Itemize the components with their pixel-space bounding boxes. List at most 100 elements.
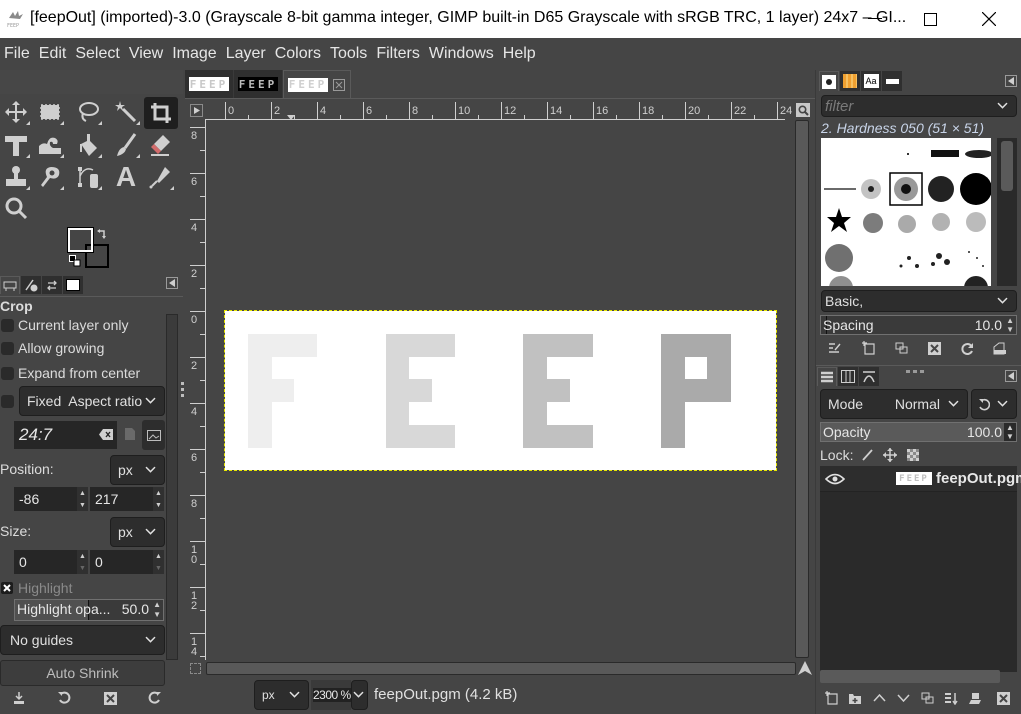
raise-layer-button[interactable] bbox=[870, 689, 888, 707]
layers-horizontal-scrollbar[interactable] bbox=[820, 670, 1000, 683]
crop-tool[interactable] bbox=[144, 97, 178, 129]
lock-alpha-icon[interactable] bbox=[907, 449, 919, 461]
composite-mode-dropdown[interactable] bbox=[971, 389, 1017, 419]
duplicate-layer-button[interactable] bbox=[918, 689, 936, 707]
layer-opacity-slider[interactable]: Opacity 100.0 ▲ ▼ bbox=[820, 422, 1017, 442]
clear-input-icon[interactable] bbox=[99, 429, 113, 440]
expand-from-center-checkbox[interactable] bbox=[1, 367, 14, 380]
menu-help[interactable]: Help bbox=[499, 45, 541, 63]
toggle-quick-mask-button[interactable] bbox=[190, 663, 201, 674]
restore-tool-preset-button[interactable] bbox=[55, 688, 73, 708]
brush-grid[interactable] bbox=[821, 138, 991, 286]
duplicate-brush-button[interactable] bbox=[892, 340, 910, 356]
free-select-tool[interactable] bbox=[72, 97, 104, 127]
delete-brush-button[interactable] bbox=[925, 340, 943, 356]
configure-tab-button[interactable] bbox=[1005, 75, 1017, 87]
zoom-dropdown[interactable] bbox=[351, 680, 368, 710]
guides-dropdown[interactable]: No guides bbox=[0, 625, 165, 655]
position-unit-dropdown[interactable]: px bbox=[110, 455, 165, 485]
menu-filters[interactable]: Filters bbox=[372, 45, 425, 63]
navigate-image-button[interactable] bbox=[797, 660, 813, 676]
eraser-tool[interactable] bbox=[144, 130, 176, 160]
horizontal-ruler[interactable]: 0 2 4 6 8 10 12 14 16 18 20 22 24 bbox=[205, 100, 795, 120]
position-y-input[interactable]: 217 ▲ ▼ bbox=[90, 487, 164, 511]
menu-select[interactable]: Select bbox=[71, 45, 124, 63]
menu-tools[interactable]: Tools bbox=[326, 45, 372, 63]
scroll-thumb[interactable] bbox=[1001, 141, 1013, 191]
aspect-ratio-input[interactable]: 24:7 bbox=[14, 421, 117, 449]
lock-position-icon[interactable] bbox=[883, 448, 897, 462]
open-brush-as-image-button[interactable] bbox=[991, 340, 1009, 356]
allow-growing-checkbox[interactable] bbox=[1, 342, 14, 355]
spacing-stepper[interactable]: ▲ ▼ bbox=[1006, 316, 1014, 334]
size-width-input[interactable]: 0 ▲ ▼ bbox=[14, 550, 88, 574]
swap-colors-icon[interactable] bbox=[96, 228, 108, 240]
quick-mask-menu-button[interactable] bbox=[190, 104, 203, 117]
tab-images[interactable] bbox=[63, 276, 83, 294]
landscape-button[interactable] bbox=[142, 420, 165, 450]
opacity-stepper[interactable]: ▲ ▼ bbox=[1004, 423, 1016, 441]
size-height-input[interactable]: 0 ▲ ▼ bbox=[90, 550, 164, 574]
bucket-fill-tool[interactable] bbox=[72, 130, 104, 160]
dock-resize-handle[interactable] bbox=[181, 380, 184, 398]
highlight-opacity-stepper[interactable]: ▲ ▼ bbox=[153, 600, 161, 620]
fixed-checkbox[interactable] bbox=[1, 395, 14, 408]
move-tool[interactable] bbox=[0, 97, 32, 127]
minimize-button[interactable] bbox=[852, 0, 898, 38]
delete-layer-button[interactable] bbox=[994, 689, 1012, 707]
highlight-checkbox[interactable] bbox=[1, 582, 13, 594]
menu-layer[interactable]: Layer bbox=[222, 45, 271, 63]
tab-layers[interactable] bbox=[817, 367, 837, 386]
configure-tab-button[interactable] bbox=[166, 277, 178, 289]
highlight-opacity-slider[interactable]: Highlight opa... 50.0 ▲ ▼ bbox=[14, 599, 164, 621]
fuzzy-select-tool[interactable] bbox=[110, 97, 142, 127]
image-tab-2[interactable]: FEEP bbox=[234, 70, 283, 98]
configure-tab-button[interactable] bbox=[1005, 370, 1017, 382]
default-colors-icon[interactable] bbox=[69, 255, 81, 267]
menu-windows[interactable]: Windows bbox=[425, 45, 499, 63]
close-tab-icon[interactable] bbox=[333, 78, 345, 91]
tab-fonts[interactable]: Aa bbox=[861, 71, 881, 91]
tab-dynamics[interactable] bbox=[882, 71, 902, 91]
brush-grid-scrollbar[interactable] bbox=[997, 138, 1017, 286]
horizontal-scrollbar[interactable] bbox=[206, 662, 796, 675]
paths-tool[interactable] bbox=[72, 162, 104, 192]
tool-options-scrollbar[interactable] bbox=[166, 314, 178, 660]
foreground-color-swatch[interactable] bbox=[67, 227, 94, 253]
new-layer-button[interactable] bbox=[822, 689, 840, 707]
visibility-eye-icon[interactable] bbox=[825, 473, 845, 485]
menu-edit[interactable]: Edit bbox=[35, 45, 72, 63]
edit-brush-button[interactable] bbox=[826, 340, 844, 356]
dock-resize-handle[interactable] bbox=[904, 360, 926, 373]
tab-paths[interactable] bbox=[859, 367, 879, 386]
image-canvas[interactable] bbox=[224, 310, 777, 471]
menu-colors[interactable]: Colors bbox=[271, 45, 326, 63]
layer-mask-button[interactable] bbox=[966, 689, 984, 707]
size-height-stepper[interactable]: ▲ ▼ bbox=[153, 550, 164, 574]
zoom-input[interactable]: 2300 % bbox=[311, 680, 351, 710]
size-unit-dropdown[interactable]: px bbox=[110, 517, 165, 547]
size-width-stepper[interactable]: ▲ ▼ bbox=[77, 550, 88, 574]
status-unit-dropdown[interactable]: px bbox=[254, 680, 309, 710]
fixed-mode-dropdown[interactable]: Fixed Aspect ratio bbox=[19, 386, 165, 416]
reset-tool-options-button[interactable] bbox=[146, 688, 164, 708]
zoom-image-button[interactable] bbox=[796, 103, 810, 117]
brush-tag-dropdown[interactable]: Basic, bbox=[821, 290, 1017, 312]
menu-file[interactable]: File bbox=[0, 45, 35, 63]
text-tool[interactable]: A bbox=[110, 162, 142, 192]
position-x-input[interactable]: -86 ▲ ▼ bbox=[14, 487, 88, 511]
auto-shrink-button[interactable]: Auto Shrink bbox=[0, 660, 165, 686]
tab-undo-history[interactable] bbox=[42, 276, 62, 294]
layer-name[interactable]: feepOut.pgm bbox=[936, 470, 1021, 487]
lower-layer-button[interactable] bbox=[894, 689, 912, 707]
unified-transform-tool[interactable] bbox=[0, 130, 32, 160]
layer-row[interactable]: FEEP feepOut.pgm bbox=[820, 466, 1021, 492]
delete-tool-preset-button[interactable] bbox=[101, 688, 119, 708]
menu-image[interactable]: Image bbox=[168, 45, 221, 63]
warp-transform-tool[interactable] bbox=[34, 130, 66, 160]
paintbrush-tool[interactable] bbox=[110, 130, 142, 160]
tab-tool-options[interactable] bbox=[0, 276, 20, 294]
tab-channels[interactable] bbox=[838, 367, 858, 386]
save-tool-preset-button[interactable] bbox=[10, 688, 28, 708]
clone-tool[interactable] bbox=[0, 162, 32, 192]
